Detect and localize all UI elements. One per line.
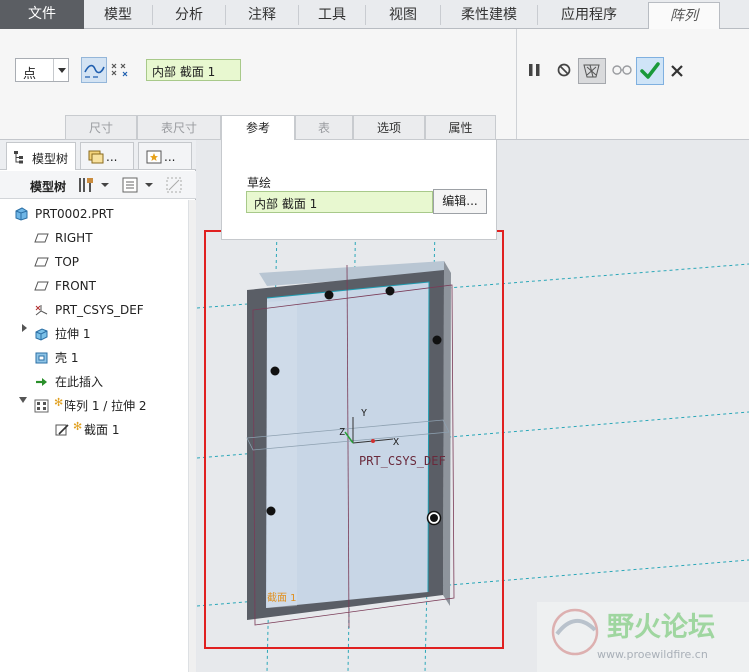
graphics-window[interactable]: Y Z X PRT_CSYS_DEF 截面 1 野火论坛 www.proewil… (197, 140, 749, 672)
insert-arrow-icon (36, 378, 47, 386)
pattern-point[interactable] (266, 506, 276, 516)
expand-arrow-icon[interactable] (20, 323, 30, 333)
tree-settings-icon[interactable] (76, 175, 96, 195)
pattern-point[interactable] (270, 366, 280, 376)
favorites-icon (146, 150, 162, 164)
csys-points-icon[interactable] (109, 59, 131, 81)
sketch-icon (55, 424, 69, 436)
tab-file[interactable]: 文件 (0, 0, 84, 29)
tab-flexible-modeling[interactable]: 柔性建模 (441, 2, 537, 28)
csys-icon (35, 305, 48, 316)
pattern-type-dropdown[interactable]: 点 (15, 58, 69, 82)
tree-item-label: PRT_CSYS_DEF (55, 303, 144, 317)
chevron-down-icon[interactable] (100, 181, 110, 189)
pattern-point[interactable] (432, 335, 442, 345)
subtab-dimensions[interactable]: 尺寸 (65, 115, 137, 140)
sketch-points-icon[interactable] (81, 57, 107, 83)
pattern-icon (34, 399, 49, 413)
tree-toolbar: 模型树 (0, 171, 196, 199)
subtab-table[interactable]: 表 (295, 115, 353, 140)
close-icon[interactable] (666, 60, 688, 82)
verify-icon[interactable] (578, 58, 606, 84)
tab-applications[interactable]: 应用程序 (538, 2, 640, 28)
datum-plane-icon (34, 257, 49, 267)
subtab-properties[interactable]: 属性 (425, 115, 496, 140)
watermark-url: www.proewildfire.cn (597, 648, 708, 661)
tree-item-label: 截面 1 (84, 423, 120, 437)
part-icon (15, 207, 28, 221)
navigator-tabs: 模型树 ... ... (0, 140, 196, 170)
chevron-down-icon[interactable] (144, 181, 154, 189)
extrude-icon (35, 328, 48, 341)
checkmark-icon[interactable] (636, 57, 664, 85)
datum-plane-icon (34, 233, 49, 243)
tree-item-label: 拉伸 1 (55, 327, 91, 341)
collapse-arrow-icon[interactable] (18, 395, 28, 405)
csys-label: PRT_CSYS_DEF (359, 454, 446, 468)
tree-filter-icon[interactable] (164, 175, 184, 195)
tab-pattern[interactable]: 阵列 (648, 2, 720, 30)
subtab-table-dimensions[interactable]: 表尺寸 (137, 115, 221, 140)
references-panel: 草绘 内部 截面 1 编辑... (221, 140, 497, 240)
pause-icon[interactable] (524, 59, 546, 81)
tab-favorites-label: ... (164, 150, 176, 164)
tab-layers-label: ... (106, 150, 118, 164)
tab-analysis[interactable]: 分析 (153, 2, 225, 28)
chevron-down-icon[interactable] (53, 59, 68, 81)
sketch-heading: 草绘 (247, 176, 272, 190)
navigator-panel: 模型树 ... ... 模型树 PRT0002.PRT RIGHT TOP FR… (0, 140, 196, 672)
pattern-point-selected-core (430, 514, 438, 522)
tree-columns-icon[interactable] (120, 175, 140, 195)
tree-item-label: PRT0002.PRT (35, 207, 114, 221)
tab-model-tree-label: 模型树 (32, 152, 69, 166)
tab-model-tree[interactable]: 模型树 (6, 142, 76, 170)
shell-icon (35, 352, 48, 364)
subtab-options[interactable]: 选项 (353, 115, 425, 140)
folder-browser-icon (88, 150, 104, 164)
axis-y-label: Y (361, 408, 367, 419)
watermark: 野火论坛 www.proewildfire.cn (537, 602, 749, 672)
tree-icon (14, 151, 23, 164)
pattern-point[interactable] (324, 290, 334, 300)
tree-scrollbar[interactable] (188, 200, 196, 672)
tree-item-label: 阵列 1 / 拉伸 2 (64, 399, 147, 413)
axis-z-label: Z (339, 427, 345, 438)
pattern-type-value: 点 (23, 67, 37, 82)
subtab-references[interactable]: 参考 (221, 115, 295, 141)
tree-item-label: TOP (55, 255, 80, 269)
new-feature-marker-icon: ✻ (73, 420, 83, 433)
sketch-collector[interactable]: 内部 截面 1 (246, 191, 433, 213)
tab-layers[interactable]: ... (80, 142, 134, 170)
tree-toolbar-label: 模型树 (30, 180, 67, 194)
tree-item-label: 壳 1 (55, 351, 79, 365)
tree-item-label: 在此插入 (55, 375, 104, 389)
ribbon-tab-bar: 文件 模型 分析 注释 工具 视图 柔性建模 应用程序 阵列 (0, 0, 749, 30)
pattern-point[interactable] (385, 286, 395, 296)
tab-model[interactable]: 模型 (84, 2, 152, 28)
sketch-tag: 截面 1 (267, 591, 297, 604)
tab-annotate[interactable]: 注释 (226, 2, 298, 28)
reference-collector[interactable]: 内部 截面 1 (146, 59, 241, 81)
tab-favorites[interactable]: ... (138, 142, 192, 170)
watermark-title: 野火论坛 (607, 612, 715, 643)
dashboard-subtabs: 尺寸 表尺寸 参考 表 选项 属性 (0, 114, 749, 141)
axis-x-label: X (393, 437, 399, 448)
new-feature-marker-icon: ✻ (54, 396, 64, 409)
tab-tools[interactable]: 工具 (299, 2, 365, 28)
no-preview-icon[interactable] (553, 59, 575, 81)
tree-item-label: RIGHT (55, 231, 93, 245)
tab-view[interactable]: 视图 (366, 2, 440, 28)
edit-button[interactable]: 编辑... (433, 189, 487, 214)
tree-item-label: FRONT (55, 279, 96, 293)
glasses-icon[interactable] (610, 59, 634, 81)
datum-plane-icon (34, 281, 49, 291)
